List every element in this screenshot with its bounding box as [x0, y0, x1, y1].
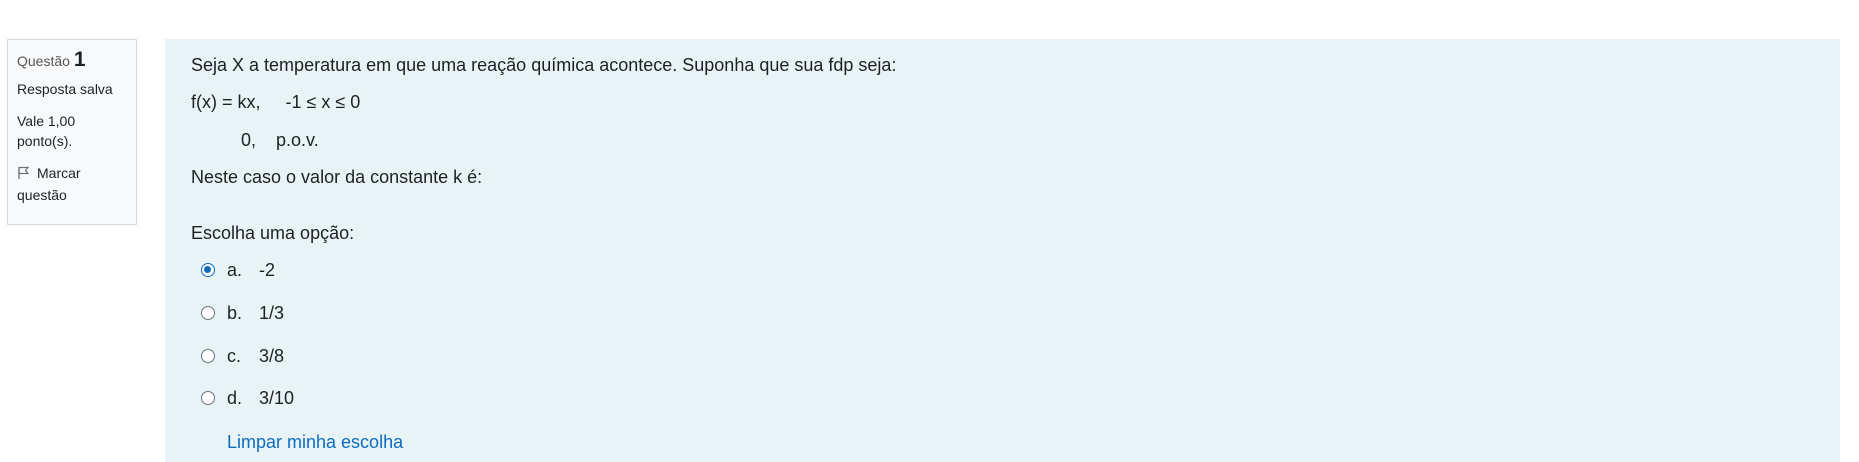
option-c-radio[interactable] [201, 349, 215, 363]
option-b-radio[interactable] [201, 306, 215, 320]
option-d-letter: d. [227, 387, 243, 408]
flag-question-link[interactable]: Marcar questão [17, 163, 127, 205]
formula-line-1: f(x) = kx, -1 ≤ x ≤ 0 [191, 92, 361, 112]
option-a-radio[interactable] [201, 263, 215, 277]
option-d[interactable]: d. 3/10 [201, 386, 294, 410]
flag-icon [17, 165, 31, 185]
option-b-letter: b. [227, 302, 243, 323]
option-b[interactable]: b. 1/3 [201, 301, 284, 325]
option-c-letter: c. [227, 345, 242, 366]
option-b-value: 1/3 [259, 302, 285, 323]
question-status: Resposta salva [17, 81, 113, 97]
question-number: Questão 1 [17, 48, 127, 71]
choose-option-label: Escolha uma opção: [191, 223, 355, 243]
question-text: Seja X a temperatura em que uma reação q… [191, 55, 897, 75]
question-number-value: 1 [73, 48, 86, 71]
question-info-box: Questão 1 Resposta salva Vale 1,00 ponto… [7, 39, 137, 225]
question-label: Questão [17, 53, 70, 69]
flag-label-line-1: Marcar [37, 165, 81, 181]
option-c-value: 3/8 [259, 345, 285, 366]
grade-line-1: Vale 1,00 [17, 113, 76, 129]
option-c[interactable]: c. 3/8 [201, 344, 284, 368]
question-prompt: Neste caso o valor da constante k é: [191, 167, 483, 187]
question-grade: Vale 1,00 ponto(s). [17, 111, 127, 151]
option-a-letter: a. [227, 259, 243, 280]
question-content: Seja X a temperatura em que uma reação q… [165, 39, 1840, 462]
grade-line-2: ponto(s). [17, 133, 73, 149]
formula-line-2: 0, p.o.v. [241, 130, 319, 150]
clear-choice-link[interactable]: Limpar minha escolha [227, 432, 403, 453]
option-a-value: -2 [259, 259, 276, 280]
option-a[interactable]: a. -2 [201, 258, 275, 282]
flag-label-line-2: questão [17, 187, 67, 203]
option-d-value: 3/10 [259, 387, 295, 408]
option-d-radio[interactable] [201, 391, 215, 405]
quiz-page: Questão 1 Resposta salva Vale 1,00 ponto… [0, 0, 1859, 462]
